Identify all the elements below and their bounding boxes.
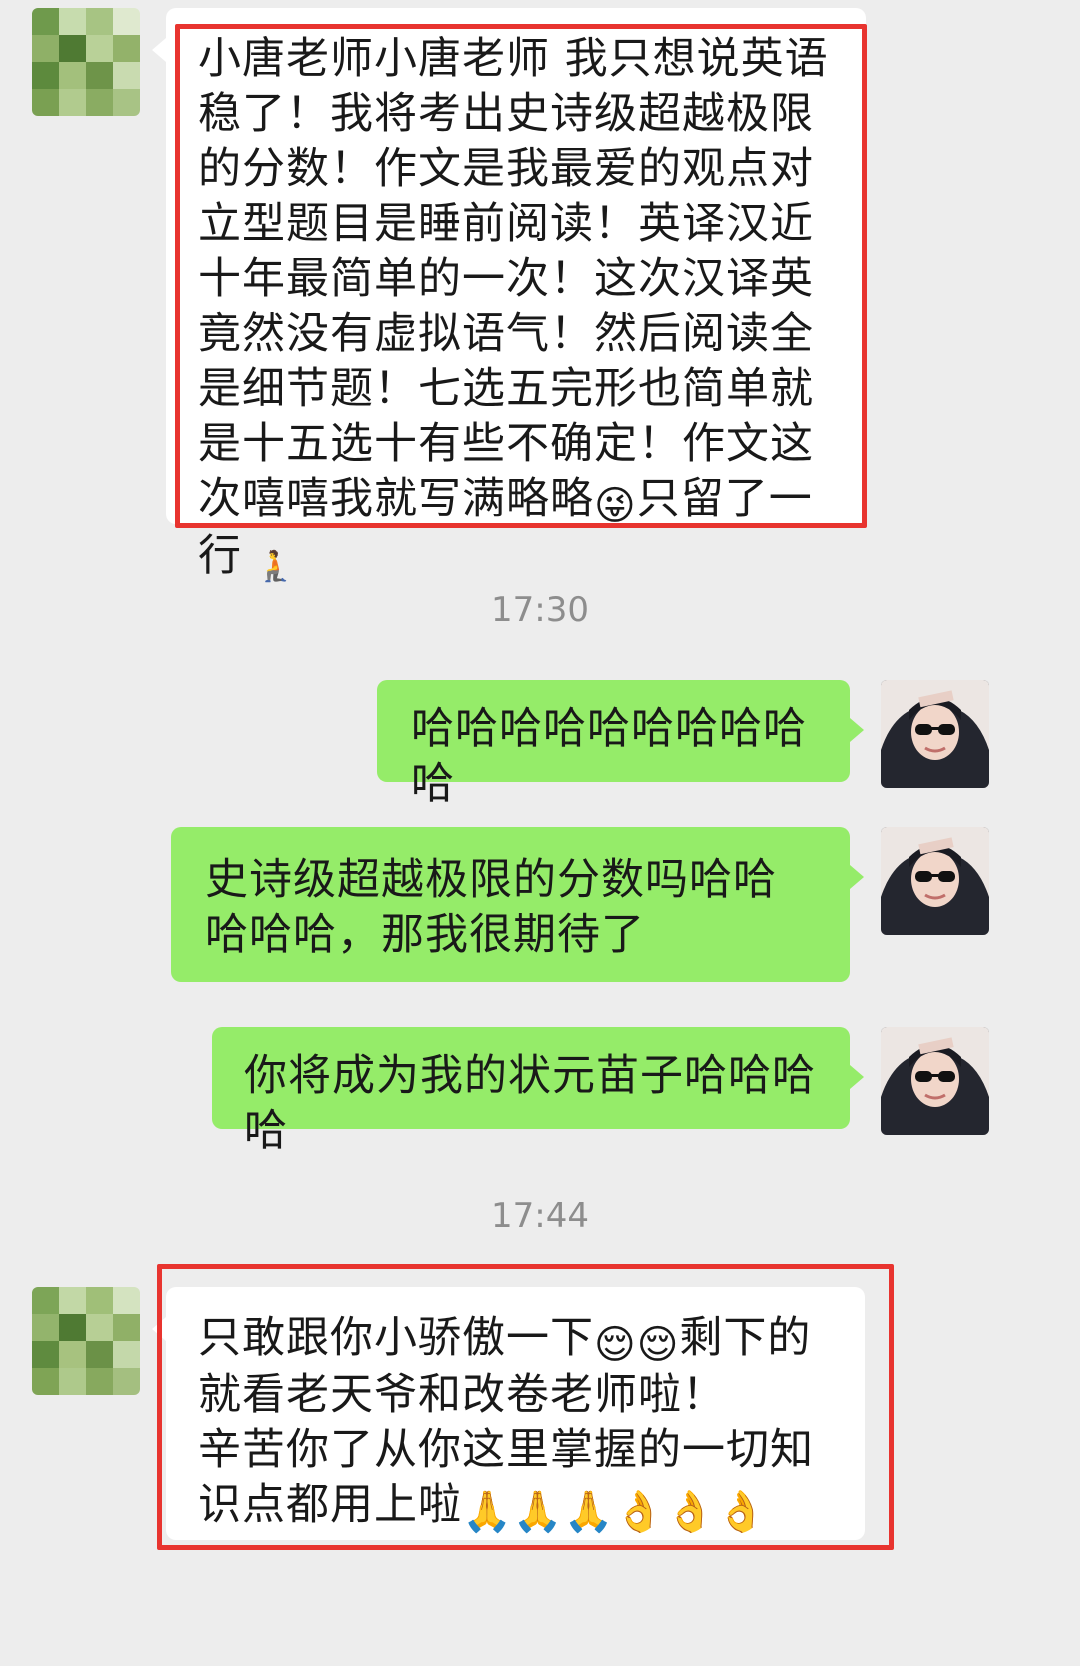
- user-avatar-image: [881, 827, 989, 935]
- message-bubble-outgoing[interactable]: 你将成为我的状元苗子哈哈哈哈: [212, 1027, 864, 1156]
- contact-avatar-blurred[interactable]: [32, 1287, 140, 1395]
- user-avatar[interactable]: [881, 827, 989, 935]
- timestamp: 17:30: [491, 590, 589, 630]
- message-text: 你将成为我的状元苗子哈哈哈哈: [244, 1051, 816, 1156]
- highlight-frame: [157, 1264, 894, 1550]
- user-avatar-image: [881, 1027, 989, 1135]
- message-text: 史诗级超越极限的分数吗哈哈哈哈哈，那我很期待了: [205, 855, 777, 960]
- kneeling-person-emoji-icon: 🧎: [256, 549, 296, 584]
- user-avatar[interactable]: [881, 1027, 989, 1135]
- contact-avatar-blurred[interactable]: [32, 8, 140, 116]
- timestamp: 17:44: [491, 1196, 589, 1236]
- message-text: 哈哈哈哈哈哈哈哈哈哈: [411, 704, 807, 809]
- message-bubble-outgoing[interactable]: 哈哈哈哈哈哈哈哈哈哈: [377, 680, 864, 809]
- user-avatar[interactable]: [881, 680, 989, 788]
- highlight-frame: [175, 24, 867, 528]
- user-avatar-image: [881, 680, 989, 788]
- message-bubble-outgoing[interactable]: 史诗级超越极限的分数吗哈哈哈哈哈，那我很期待了: [171, 827, 864, 982]
